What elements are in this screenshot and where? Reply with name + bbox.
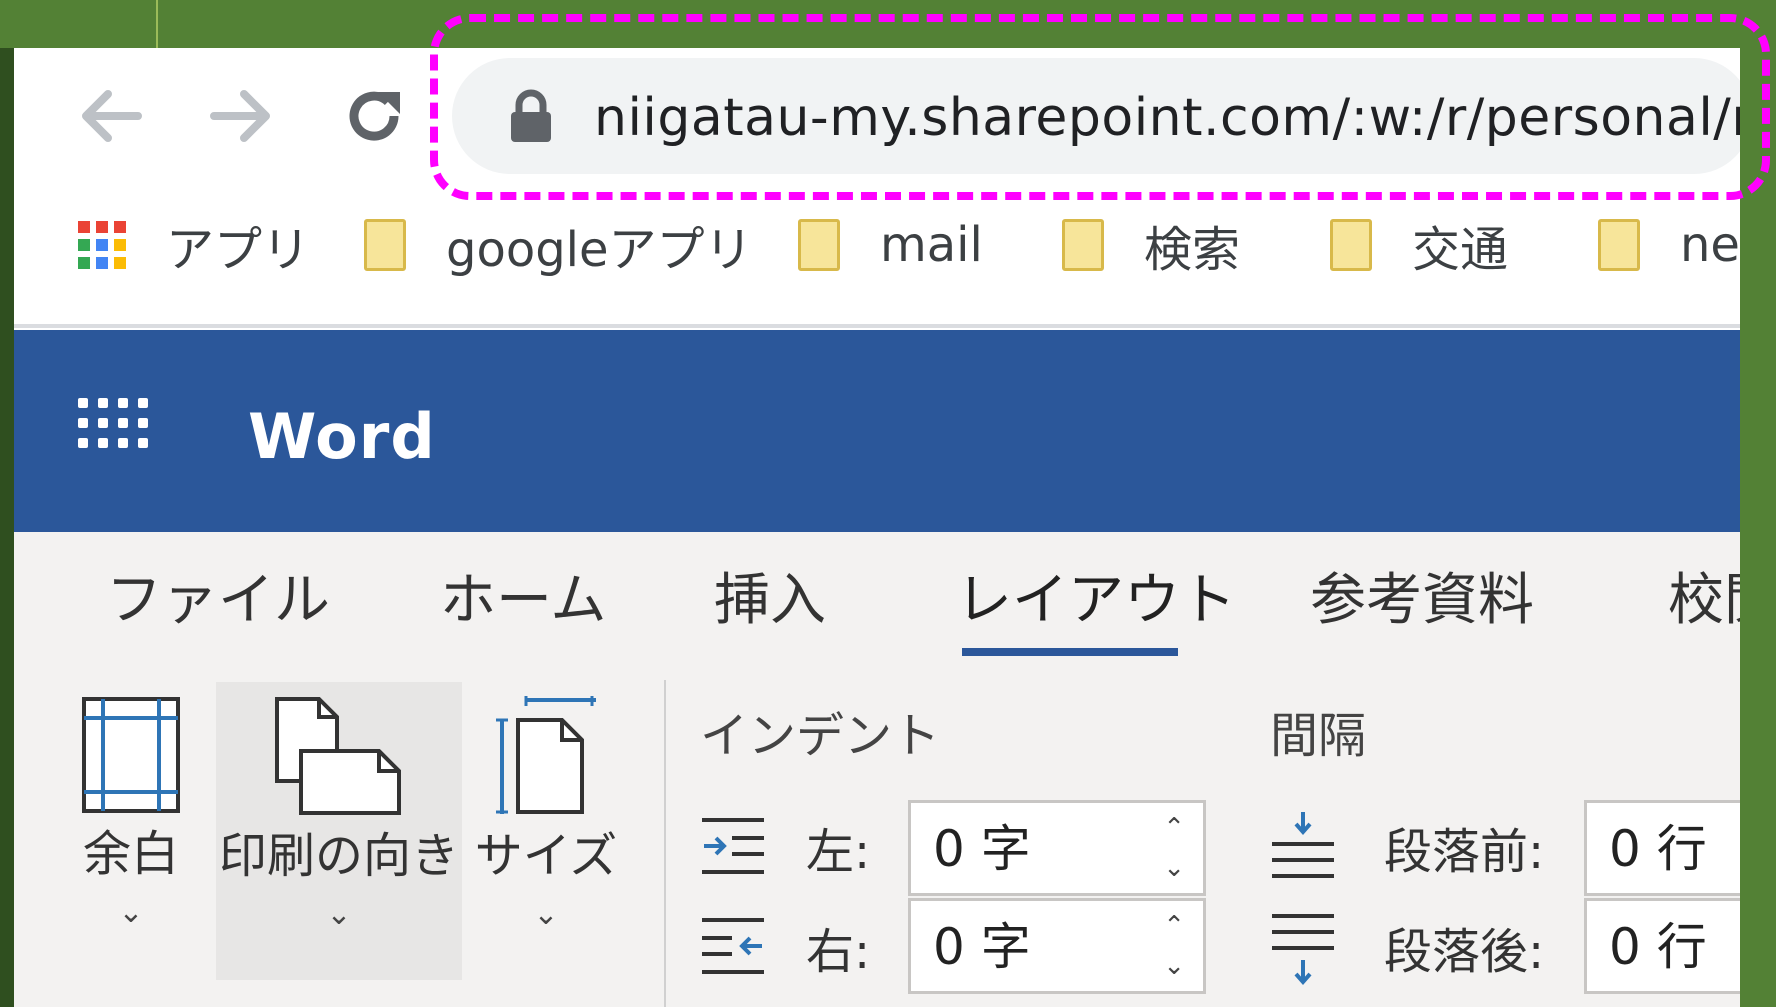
spacing-before-label: 段落前: xyxy=(1384,824,1545,880)
page-size-icon xyxy=(496,696,596,814)
folder-icon xyxy=(1330,219,1372,271)
folder-icon xyxy=(798,219,840,271)
orientation-label: 印刷の向き xyxy=(218,828,459,884)
indent-right-icon xyxy=(702,918,764,974)
window-left-edge xyxy=(0,48,14,1007)
indent-left-label: 左: xyxy=(806,824,871,880)
spacing-after-value[interactable]: 0 行 xyxy=(1609,917,1707,977)
chevron-down-icon: ⌄ xyxy=(533,897,559,932)
chevron-down-icon: ⌄ xyxy=(326,897,352,932)
tab-review[interactable]: 校閲 xyxy=(1668,566,1740,636)
tab-insert[interactable]: 挿入 xyxy=(714,566,826,636)
chevron-up-icon[interactable]: ⌃ xyxy=(1163,815,1185,841)
back-button[interactable] xyxy=(74,80,146,152)
bookmark-transit[interactable]: 交通 xyxy=(1330,210,1508,280)
tab-layout[interactable]: レイアウト xyxy=(956,566,1236,636)
reload-button[interactable] xyxy=(338,80,410,152)
chevron-down-icon[interactable]: ⌄ xyxy=(1163,953,1185,979)
margins-button[interactable]: 余白 ⌄ xyxy=(72,682,190,980)
bookmark-label: ne xyxy=(1680,217,1740,273)
bookmark-ne[interactable]: ne xyxy=(1598,210,1740,280)
indent-right-label: 右: xyxy=(806,924,871,980)
bookmark-label: googleアプリ xyxy=(446,222,753,278)
tab-references[interactable]: 参考資料 xyxy=(1310,566,1534,636)
active-tab-indicator xyxy=(962,648,1178,656)
size-button[interactable]: サイズ ⌄ xyxy=(475,682,617,980)
bookmark-label: アプリ xyxy=(166,222,311,278)
orientation-icon xyxy=(275,697,401,815)
tab-home[interactable]: ホーム xyxy=(440,566,606,636)
bookmark-google-apps[interactable]: googleアプリ xyxy=(364,210,753,280)
margins-icon xyxy=(82,697,180,813)
folder-icon xyxy=(364,219,406,271)
waffle-icon[interactable] xyxy=(78,398,148,448)
indent-right-stepper[interactable]: 0 字 ⌃ ⌄ xyxy=(908,898,1206,994)
spacing-after-label: 段落後: xyxy=(1384,924,1545,980)
forward-button[interactable] xyxy=(206,80,278,152)
folder-icon xyxy=(1062,219,1104,271)
apps-grid-icon xyxy=(78,221,126,269)
chevron-down-icon: ⌄ xyxy=(118,895,144,930)
folder-icon xyxy=(1598,219,1640,271)
chevron-up-icon[interactable]: ⌃ xyxy=(1163,913,1185,939)
indent-left-value[interactable]: 0 字 xyxy=(933,819,1031,879)
size-label: サイズ xyxy=(474,828,618,884)
bookmark-apps[interactable]: アプリ xyxy=(78,210,310,280)
bookmark-label: 交通 xyxy=(1412,222,1509,278)
indent-group-title: インデント xyxy=(700,708,941,764)
arrow-left-icon xyxy=(82,90,142,142)
margins-label: 余白 xyxy=(82,826,179,882)
reload-icon xyxy=(349,91,400,141)
bookmark-search[interactable]: 検索 xyxy=(1062,210,1240,280)
tab-file[interactable]: ファイル xyxy=(106,566,330,636)
app-title[interactable]: Word xyxy=(248,400,436,473)
bookmark-label: 検索 xyxy=(1144,222,1241,278)
spacing-before-value[interactable]: 0 行 xyxy=(1609,819,1707,879)
spacing-group-title: 間隔 xyxy=(1270,708,1367,764)
chevron-down-icon[interactable]: ⌄ xyxy=(1163,855,1185,881)
spacing-after-icon xyxy=(1272,914,1334,986)
indent-right-value[interactable]: 0 字 xyxy=(933,917,1031,977)
arrow-right-icon xyxy=(210,90,270,142)
orientation-button[interactable]: 印刷の向き ⌄ xyxy=(216,682,462,980)
desktop-edge-line xyxy=(156,0,158,48)
spacing-before-icon xyxy=(1272,812,1334,878)
address-bar-highlight xyxy=(430,14,1770,200)
ribbon-group-divider xyxy=(664,680,666,1007)
bookmarks-divider xyxy=(14,324,1740,328)
bookmark-label: mail xyxy=(880,217,983,273)
indent-left-icon xyxy=(702,818,764,874)
bookmark-mail[interactable]: mail xyxy=(798,210,983,280)
indent-left-stepper[interactable]: 0 字 ⌃ ⌄ xyxy=(908,800,1206,896)
